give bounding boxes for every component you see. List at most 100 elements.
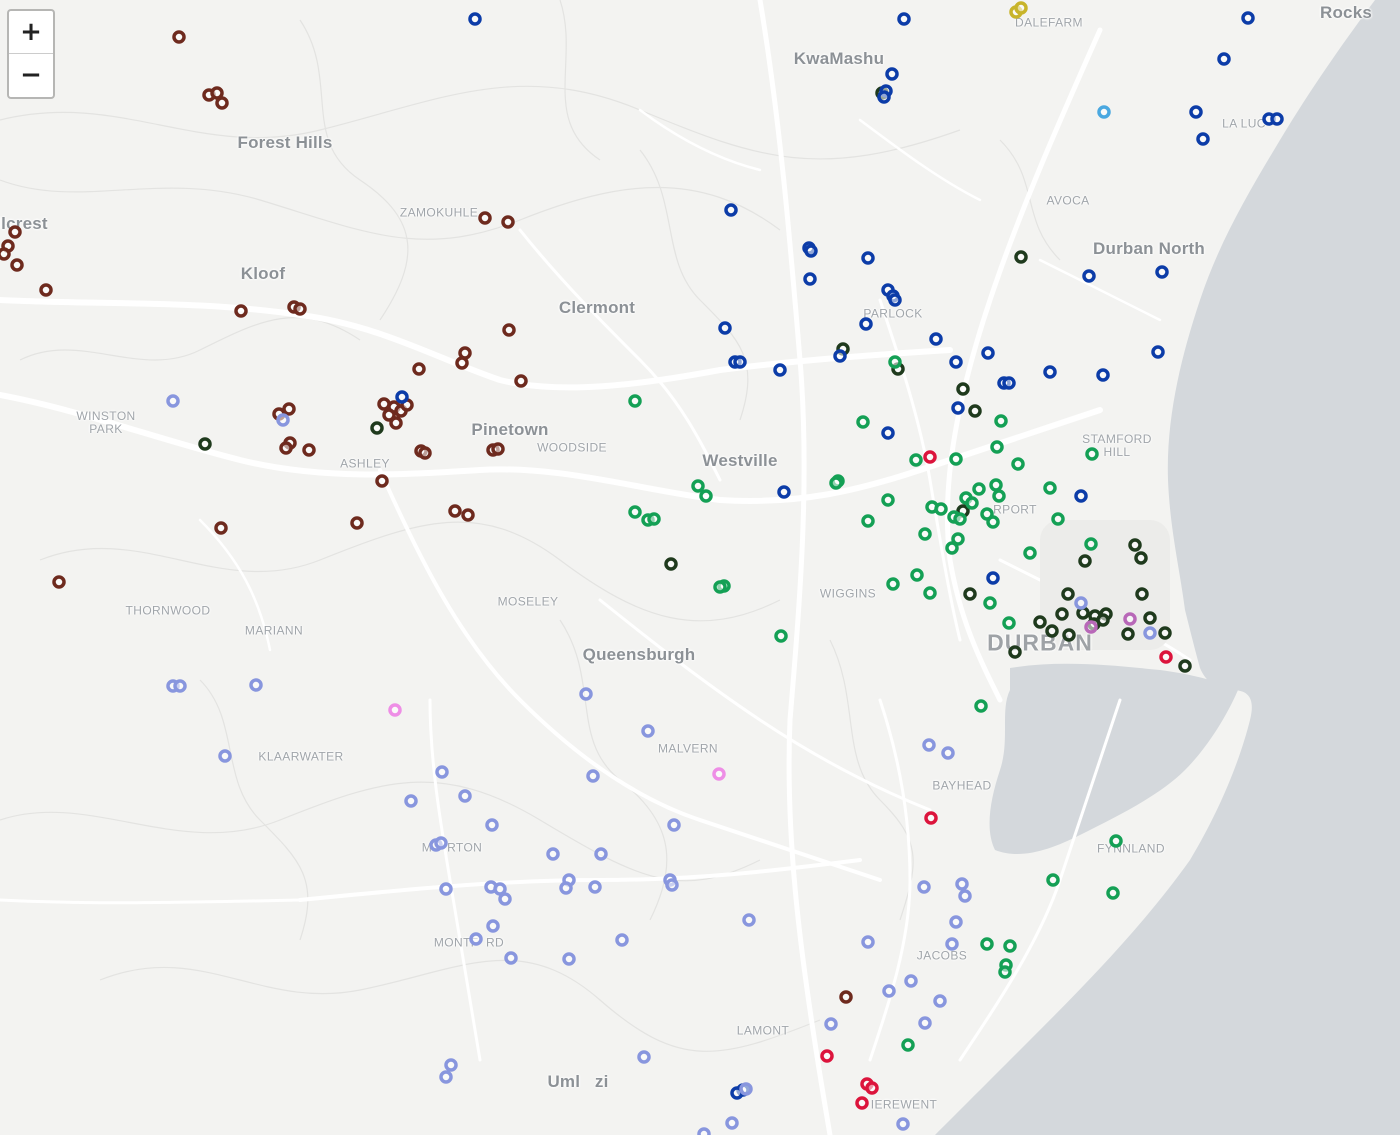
marker-green[interactable] — [647, 512, 661, 526]
marker-lavender[interactable] — [504, 951, 518, 965]
marker-lavender[interactable] — [218, 749, 232, 763]
marker-lavender[interactable] — [615, 933, 629, 947]
marker-lavender[interactable] — [486, 919, 500, 933]
marker-lavender[interactable] — [933, 994, 947, 1008]
marker-red[interactable] — [820, 1049, 834, 1063]
marker-blue[interactable] — [929, 332, 943, 346]
marker-dark_green[interactable] — [1055, 607, 1069, 621]
marker-blue[interactable] — [833, 349, 847, 363]
marker-blue[interactable] — [1151, 345, 1165, 359]
marker-blue[interactable] — [1096, 368, 1110, 382]
marker-lavender[interactable] — [439, 882, 453, 896]
marker-lavender[interactable] — [739, 1082, 753, 1096]
marker-blue[interactable] — [468, 12, 482, 26]
marker-lavender[interactable] — [918, 1016, 932, 1030]
marker-lavender[interactable] — [637, 1050, 651, 1064]
marker-green[interactable] — [1084, 537, 1098, 551]
marker-blue[interactable] — [949, 355, 963, 369]
marker-red[interactable] — [855, 1096, 869, 1110]
marker-dark_green[interactable] — [1135, 587, 1149, 601]
marker-brown[interactable] — [502, 323, 516, 337]
zoom-out-button[interactable]: − — [9, 54, 53, 97]
marker-lavender[interactable] — [588, 880, 602, 894]
marker-dark_green[interactable] — [1143, 611, 1157, 625]
marker-green[interactable] — [1109, 834, 1123, 848]
marker-dark_green[interactable] — [1045, 624, 1059, 638]
marker-dark_green[interactable] — [1134, 551, 1148, 565]
marker-green[interactable] — [829, 476, 843, 490]
marker-lavender[interactable] — [896, 1117, 910, 1131]
marker-lavender[interactable] — [404, 794, 418, 808]
marker-lavender[interactable] — [546, 847, 560, 861]
marker-brown[interactable] — [514, 374, 528, 388]
marker-blue[interactable] — [888, 293, 902, 307]
marker-blue[interactable] — [804, 244, 818, 258]
marker-blue[interactable] — [1043, 365, 1057, 379]
marker-lavender[interactable] — [435, 765, 449, 779]
marker-green[interactable] — [980, 937, 994, 951]
marker-brown[interactable] — [282, 402, 296, 416]
marker-blue[interactable] — [1189, 105, 1203, 119]
marker-lavender[interactable] — [1074, 596, 1088, 610]
marker-green[interactable] — [1023, 546, 1037, 560]
marker-dark_green[interactable] — [1008, 645, 1022, 659]
marker-blue[interactable] — [724, 203, 738, 217]
marker-lavender[interactable] — [485, 818, 499, 832]
marker-dark_green[interactable] — [370, 421, 384, 435]
marker-brown[interactable] — [501, 215, 515, 229]
marker-lavender[interactable] — [562, 952, 576, 966]
marker-blue[interactable] — [1155, 265, 1169, 279]
marker-dark_green[interactable] — [1061, 587, 1075, 601]
marker-lavender[interactable] — [861, 935, 875, 949]
marker-blue[interactable] — [718, 321, 732, 335]
marker-lavender[interactable] — [958, 889, 972, 903]
marker-lavender[interactable] — [586, 769, 600, 783]
marker-lavender[interactable] — [941, 746, 955, 760]
zoom-in-button[interactable]: + — [9, 11, 53, 54]
marker-green[interactable] — [713, 580, 727, 594]
marker-green[interactable] — [774, 629, 788, 643]
marker-blue[interactable] — [981, 346, 995, 360]
marker-blue[interactable] — [897, 12, 911, 26]
marker-brown[interactable] — [350, 516, 364, 530]
marker-lavender[interactable] — [434, 836, 448, 850]
marker-lavender[interactable] — [667, 818, 681, 832]
marker-green[interactable] — [1002, 616, 1016, 630]
marker-green[interactable] — [628, 505, 642, 519]
marker-brown[interactable] — [375, 474, 389, 488]
marker-brown[interactable] — [0, 247, 11, 261]
marker-lavender[interactable] — [594, 847, 608, 861]
marker-blue[interactable] — [1241, 11, 1255, 25]
marker-dark_green[interactable] — [1062, 628, 1076, 642]
marker-blue[interactable] — [803, 272, 817, 286]
marker-lavender[interactable] — [498, 892, 512, 906]
marker-brown[interactable] — [234, 304, 248, 318]
marker-blue[interactable] — [395, 390, 409, 404]
marker-blue[interactable] — [1217, 52, 1231, 66]
marker-brown[interactable] — [215, 96, 229, 110]
marker-green[interactable] — [965, 496, 979, 510]
marker-blue[interactable] — [777, 485, 791, 499]
marker-lavender[interactable] — [882, 984, 896, 998]
marker-blue[interactable] — [1074, 489, 1088, 503]
marker-green[interactable] — [934, 502, 948, 516]
marker-pink[interactable] — [712, 767, 726, 781]
marker-blue[interactable] — [986, 571, 1000, 585]
marker-pink[interactable] — [388, 703, 402, 717]
marker-dark_green[interactable] — [1178, 659, 1192, 673]
marker-blue[interactable] — [951, 401, 965, 415]
marker-green[interactable] — [1085, 447, 1099, 461]
marker-blue[interactable] — [861, 251, 875, 265]
marker-dark_green[interactable] — [198, 437, 212, 451]
marker-dark_green[interactable] — [1078, 554, 1092, 568]
marker-green[interactable] — [1011, 457, 1025, 471]
marker-green[interactable] — [691, 479, 705, 493]
marker-green[interactable] — [1046, 873, 1060, 887]
marker-green[interactable] — [628, 394, 642, 408]
marker-green[interactable] — [986, 515, 1000, 529]
marker-blue[interactable] — [859, 317, 873, 331]
marker-lavender[interactable] — [955, 877, 969, 891]
marker-brown[interactable] — [418, 446, 432, 460]
marker-green[interactable] — [945, 541, 959, 555]
marker-blue[interactable] — [881, 426, 895, 440]
